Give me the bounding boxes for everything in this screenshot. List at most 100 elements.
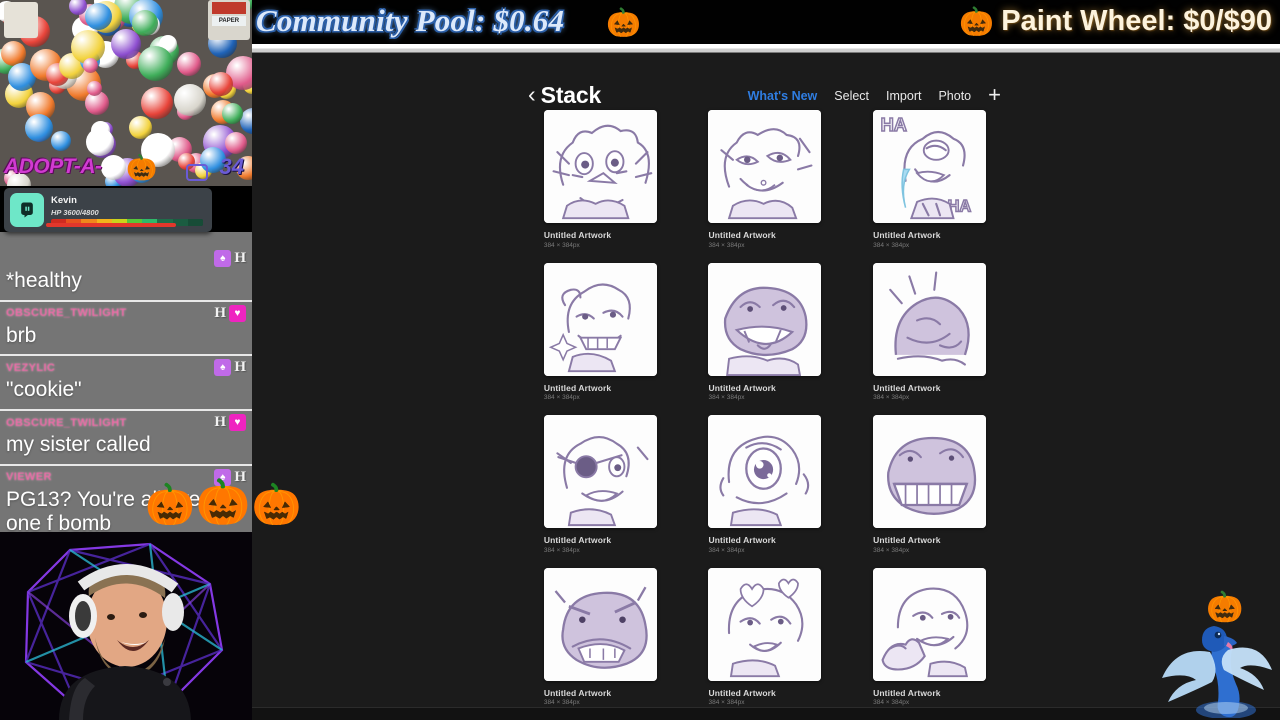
artwork-title: Untitled Artwork xyxy=(543,382,612,393)
artwork-thumbnail[interactable] xyxy=(708,262,822,376)
paint-wheel-label: Paint Wheel: $0/$90 xyxy=(1001,5,1272,37)
procreate-gallery-app: ‹ Stack What's New Select Import Photo +… xyxy=(250,53,1280,720)
stream-top-banner: Community Pool: $0.64 🎃 🎃 Paint Wheel: $… xyxy=(250,0,1280,44)
artwork-caption: Untitled Artwork 384 × 384px xyxy=(544,383,657,402)
chat-message: VEZYLIC ♠ H "cookie" xyxy=(0,356,252,412)
artwork-caption: Untitled Artwork 384 × 384px xyxy=(708,230,821,249)
nav-select[interactable]: Select xyxy=(834,89,869,103)
artwork-cell[interactable]: Untitled Artwork 384 × 384px xyxy=(694,567,837,720)
artwork-title: Untitled Artwork xyxy=(708,535,776,545)
artwork-thumbnail[interactable] xyxy=(543,110,657,223)
artwork-thumbnail[interactable]: HA HA xyxy=(873,110,987,223)
chat-message: OBSCURE_TWILIGHT H ♥ my sister called xyxy=(0,411,252,466)
pumpkin-icon: 🎃 xyxy=(251,483,302,527)
artwork-grid: Untitled Artwork 384 × 384px Untitled Art… xyxy=(515,110,1015,720)
badge-pink-icon: ♥ xyxy=(229,304,246,322)
chat-username: VIEWER xyxy=(6,471,52,484)
artwork-cell[interactable]: Untitled Artwork 384 × 384px xyxy=(529,262,672,416)
app-bottom-toolbar[interactable] xyxy=(250,707,1280,720)
artwork-cell[interactable]: Untitled Artwork 384 × 384px xyxy=(858,415,1001,568)
chat-badges: ♠ H xyxy=(214,250,246,267)
artwork-thumbnail[interactable] xyxy=(873,567,987,681)
webcam-feed xyxy=(0,532,252,720)
gallery-header: ‹ Stack What's New Select Import Photo + xyxy=(515,75,1015,115)
artwork-cell[interactable]: Untitled Artwork 384 × 384px xyxy=(858,262,1001,416)
artwork-cell[interactable]: Untitled Artwork 384 × 384px xyxy=(694,110,837,263)
streamer-figure xyxy=(59,564,191,720)
artwork-caption: Untitled Artwork 384 × 384px xyxy=(873,383,986,402)
back-chevron-icon[interactable]: ‹ xyxy=(528,82,536,106)
artwork-title: Untitled Artwork xyxy=(873,382,941,393)
artwork-cell[interactable]: Untitled Artwork 384 × 384px xyxy=(694,415,837,568)
chat-badges: H ♥ xyxy=(214,414,246,432)
artwork-cell[interactable]: Untitled Artwork 384 × 384px xyxy=(529,567,672,720)
streamlabs-icon xyxy=(10,193,44,227)
chat-message: ♠ H *healthy xyxy=(0,232,252,302)
artwork-title: Untitled Artwork xyxy=(708,382,776,393)
artwork-size: 384 × 384px xyxy=(543,699,580,706)
artwork-title: Untitled Artwork xyxy=(873,535,941,545)
artwork-caption: Untitled Artwork 384 × 384px xyxy=(544,535,657,554)
artwork-caption: Untitled Artwork 384 × 384px xyxy=(708,688,821,707)
page-title: Stack xyxy=(540,81,602,108)
artwork-title: Untitled Artwork xyxy=(708,687,776,698)
game-capture: PAPER ADOPT-A- 34 🎃 xyxy=(0,0,252,186)
nav-photo[interactable]: Photo xyxy=(938,89,971,103)
artwork-thumbnail[interactable] xyxy=(543,415,657,528)
chat-message-header: OBSCURE_TWILIGHT H ♥ xyxy=(6,414,246,432)
artwork-thumbnail[interactable] xyxy=(708,415,822,528)
artwork-size: 384 × 384px xyxy=(873,394,910,401)
pumpkin-icon: 🎃 xyxy=(195,478,251,527)
artwork-cell[interactable]: Untitled Artwork 384 × 384px xyxy=(529,110,672,263)
chat-message-text: "cookie" xyxy=(6,378,82,402)
artwork-thumbnail[interactable] xyxy=(543,262,657,376)
badge-h-icon: H xyxy=(234,359,246,376)
artwork-caption: Untitled Artwork 384 × 384px xyxy=(873,230,986,249)
community-pool-label: Community Pool: $0.64 xyxy=(256,3,565,38)
chat-badges: H ♥ xyxy=(214,304,246,322)
badge-h-icon: H xyxy=(214,414,226,431)
nav-whats-new[interactable]: What's New xyxy=(748,89,818,103)
artwork-size: 384 × 384px xyxy=(543,546,580,554)
artwork-size: 384 × 384px xyxy=(543,241,580,249)
artwork-caption: Untitled Artwork 384 × 384px xyxy=(873,688,986,707)
artwork-thumbnail[interactable] xyxy=(873,262,987,376)
banner-divider xyxy=(250,44,1280,53)
player-hp-value: HP 3600/4800 xyxy=(51,207,99,217)
pumpkin-icon: 🎃 xyxy=(126,154,158,182)
artwork-caption: Untitled Artwork 384 × 384px xyxy=(708,535,821,554)
artwork-title: Untitled Artwork xyxy=(873,230,941,240)
artwork-size: 384 × 384px xyxy=(708,699,745,706)
artwork-title: Untitled Artwork xyxy=(543,687,612,698)
chat-username: OBSCURE_TWILIGHT xyxy=(6,307,127,320)
badge-purple-icon: ♠ xyxy=(214,250,232,267)
artwork-thumbnail[interactable] xyxy=(708,110,822,223)
chat-message-text: my sister called xyxy=(6,433,151,457)
artwork-size: 384 × 384px xyxy=(873,546,910,554)
artwork-cell[interactable]: Untitled Artwork 384 × 384px xyxy=(529,415,672,568)
nav-import[interactable]: Import xyxy=(886,89,921,103)
chat-message-text: brb xyxy=(6,323,37,347)
player-name: Kevin xyxy=(51,194,77,206)
chat-message: OBSCURE_TWILIGHT H ♥ brb xyxy=(0,301,252,357)
artwork-cell[interactable]: Untitled Artwork 384 × 384px xyxy=(858,567,1001,720)
artwork-cell[interactable]: Untitled Artwork 384 × 384px xyxy=(694,262,837,416)
add-icon[interactable]: + xyxy=(988,84,1001,106)
artwork-caption: Untitled Artwork 384 × 384px xyxy=(544,688,657,707)
artwork-cell[interactable]: HA HA Untitled Artwork 384 × 384px xyxy=(858,110,1001,263)
artwork-title: Untitled Artwork xyxy=(708,230,776,240)
badge-h-icon: H xyxy=(234,250,246,266)
artwork-size: 384 × 384px xyxy=(873,699,910,706)
blue-bird-mascot: 🎃 xyxy=(1158,586,1276,719)
player-hp-card: Kevin HP 3600/4800 xyxy=(4,188,212,232)
artwork-thumbnail[interactable] xyxy=(873,415,987,528)
pumpkin-icon: 🎃 xyxy=(606,7,641,38)
pumpkin-icon: 🎃 xyxy=(145,483,195,527)
artwork-thumbnail[interactable] xyxy=(543,567,657,681)
pumpkin-icon: 🎃 xyxy=(959,6,995,37)
chat-message-header: ♠ H xyxy=(6,250,246,267)
paint-wheel-group: 🎃 Paint Wheel: $0/$90 xyxy=(959,5,1272,38)
adopt-badge-frame xyxy=(186,164,208,181)
chat-message-header: VEZYLIC ♠ H xyxy=(6,359,246,377)
artwork-thumbnail[interactable] xyxy=(708,567,822,681)
